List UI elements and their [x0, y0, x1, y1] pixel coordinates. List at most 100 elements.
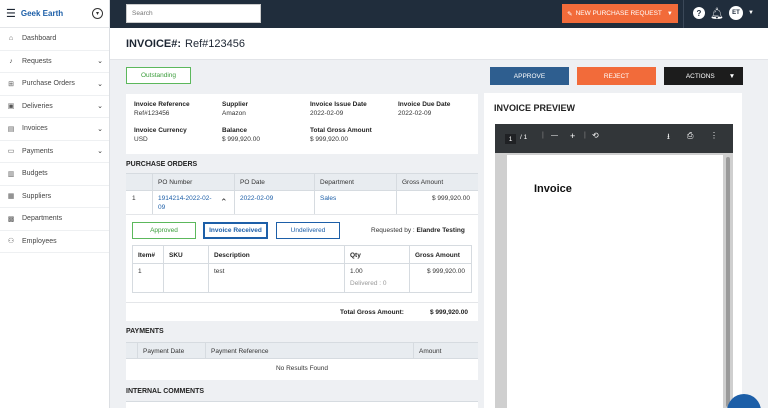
line-qty: 1.00	[350, 268, 363, 275]
bell-icon: ♪	[9, 57, 13, 65]
amount-header: Amount	[419, 348, 442, 355]
sidebar-item-label: Departments	[22, 215, 63, 223]
column-divider	[208, 246, 209, 292]
internal-comments-box[interactable]	[126, 401, 478, 408]
print-icon[interactable]: ⎙	[687, 131, 693, 141]
qty-header: Qty	[350, 252, 361, 259]
column-divider	[163, 246, 164, 292]
total-gross-row: Total Gross Amount: $ 999,920.00	[126, 302, 478, 321]
chevron-down-icon[interactable]: ⌄	[97, 147, 103, 155]
department-header: Department	[320, 179, 354, 186]
sidebar-item-label: Purchase Orders	[22, 80, 75, 88]
pdf-document-title: Invoice	[534, 183, 572, 195]
due-date-value: 2022-02-09	[398, 110, 432, 117]
department-link[interactable]: Sales	[320, 195, 336, 202]
new-purchase-request-label: NEW PURCHASE REQUEST	[575, 10, 662, 17]
box-icon: ▣	[7, 103, 15, 111]
balance-value: $ 999,920.00	[222, 136, 260, 143]
page-title-label: INVOICE#:	[126, 37, 182, 50]
approved-tab[interactable]: Approved	[132, 222, 196, 239]
sidebar-item-requests[interactable]: ♪ Requests ⌄	[0, 51, 109, 73]
payment-reference-header: Payment Reference	[211, 348, 269, 355]
pencil-icon: ✎	[567, 10, 573, 18]
invoice-preview-title: INVOICE PREVIEW	[494, 103, 576, 113]
sidebar-item-invoices[interactable]: ▤ Invoices ⌄	[0, 118, 109, 141]
invoice-reference-label: Invoice Reference	[134, 101, 190, 108]
line-gross-value: $ 999,920.00	[427, 268, 465, 275]
notification-bell-icon[interactable]: 🔔︎	[710, 7, 724, 20]
sidebar: ☰ Geek Earth ▾ ⌂ Dashboard ♪ Requests ⌄ ⊞ Purc…	[0, 0, 110, 408]
table-row[interactable]: 1 1914214-2022-02- 09 ⌃ 2022-02-09 Sales…	[126, 191, 478, 215]
sidebar-item-departments[interactable]: ▩ Departments	[0, 208, 109, 231]
issue-date-field: Invoice Issue Date 2022-02-09	[310, 101, 367, 117]
sidebar-item-payments[interactable]: ▭ Payments ⌄	[0, 141, 109, 163]
purchase-orders-title: PURCHASE ORDERS	[126, 161, 198, 168]
requested-by: Requested by : Elandre Testing	[371, 227, 465, 234]
search-input[interactable]	[126, 4, 261, 23]
chevron-down-icon[interactable]: ⌄	[97, 80, 103, 88]
issue-date-label: Invoice Issue Date	[310, 101, 367, 108]
invoice-preview-panel: INVOICE PREVIEW 1 / 1 | — + | ⟲ ⭳ ⎙ ⋮ In…	[484, 93, 742, 408]
undelivered-tab[interactable]: Undelivered	[276, 222, 340, 239]
sidebar-item-label: Budgets	[22, 170, 48, 178]
po-table-header: PO Number PO Date Department Gross Amoun…	[126, 173, 478, 191]
gross-amount-value: $ 999,920.00	[432, 195, 470, 202]
po-number-link[interactable]: 1914214-2022-02-	[158, 195, 212, 202]
balance-field: Balance $ 999,920.00	[222, 127, 260, 143]
currency-value: USD	[134, 136, 148, 143]
collapse-sidebar-icon[interactable]: ▾	[92, 8, 103, 19]
column-divider	[137, 342, 138, 359]
payments-header: Payment Date Payment Reference Amount	[126, 342, 478, 359]
sidebar-item-suppliers[interactable]: ▦ Suppliers	[0, 186, 109, 208]
pdf-viewer[interactable]: 1 / 1 | — + | ⟲ ⭳ ⎙ ⋮ Invoice	[495, 124, 733, 408]
supplier-value: Amazon	[222, 110, 246, 117]
sidebar-item-employees[interactable]: ⚇ Employees	[0, 231, 109, 253]
column-divider	[344, 246, 345, 292]
sidebar-item-dashboard[interactable]: ⌂ Dashboard	[0, 28, 109, 51]
avatar-chevron-down-icon[interactable]: ▼	[748, 10, 754, 16]
more-options-icon[interactable]: ⋮	[710, 131, 718, 140]
reject-button[interactable]: REJECT	[577, 67, 656, 85]
row-index: 1	[132, 195, 136, 202]
chevron-down-icon[interactable]: ⌄	[97, 57, 103, 65]
zoom-out-icon[interactable]: —	[551, 132, 558, 139]
download-icon[interactable]: ⭳	[667, 131, 670, 145]
help-icon[interactable]: ?	[693, 7, 705, 19]
sidebar-item-budgets[interactable]: ▥ Budgets	[0, 163, 109, 186]
chevron-down-icon: ▼	[728, 72, 736, 80]
hamburger-menu-icon[interactable]: ☰	[6, 7, 16, 20]
new-purchase-request-button[interactable]: ✎ NEW PURCHASE REQUEST ▼	[562, 4, 678, 23]
chevron-down-icon[interactable]: ⌄	[97, 102, 103, 110]
sidebar-item-label: Deliveries	[22, 102, 53, 110]
column-divider	[409, 246, 410, 292]
sidebar-item-label: Payments	[22, 147, 54, 155]
truck-icon: ▦	[7, 193, 15, 201]
chevron-down-icon[interactable]: ⌄	[97, 125, 103, 133]
money-icon: ▭	[7, 148, 15, 156]
invoice-reference-field: Invoice Reference Ref#123456	[134, 101, 190, 117]
no-results-message: No Results Found	[275, 365, 329, 372]
sidebar-item-purchase-orders[interactable]: ⊞ Purchase Orders ⌄	[0, 73, 109, 96]
item-number-header: Item#	[138, 252, 155, 259]
due-date-field: Invoice Due Date 2022-02-09	[398, 101, 450, 117]
po-date-link[interactable]: 2022-02-09	[240, 195, 273, 202]
actions-label: ACTIONS	[685, 72, 715, 80]
toolbar-divider: |	[542, 132, 544, 139]
pdf-scrollbar[interactable]	[726, 157, 730, 407]
avatar[interactable]: ET	[728, 6, 743, 20]
invoice-received-tab[interactable]: Invoice Received	[203, 222, 268, 239]
chevron-up-icon[interactable]: ⌃	[220, 197, 228, 208]
sidebar-item-deliveries[interactable]: ▣ Deliveries ⌄	[0, 96, 109, 118]
balance-label: Balance	[222, 127, 247, 134]
pdf-page-input[interactable]: 1	[505, 134, 516, 144]
zoom-in-icon[interactable]: +	[570, 131, 575, 141]
document-icon: ▤	[7, 125, 15, 133]
total-gross-label: Total Gross Amount:	[340, 309, 404, 316]
approve-button[interactable]: APPROVE	[490, 67, 569, 85]
rotate-icon[interactable]: ⟲	[592, 131, 599, 140]
wallet-icon: ▥	[7, 170, 15, 178]
issue-date-value: 2022-02-09	[310, 110, 344, 117]
po-number-link-continued[interactable]: 09	[158, 204, 165, 211]
sidebar-item-label: Suppliers	[22, 192, 52, 200]
actions-dropdown-button[interactable]: ACTIONS ▼	[664, 67, 743, 85]
